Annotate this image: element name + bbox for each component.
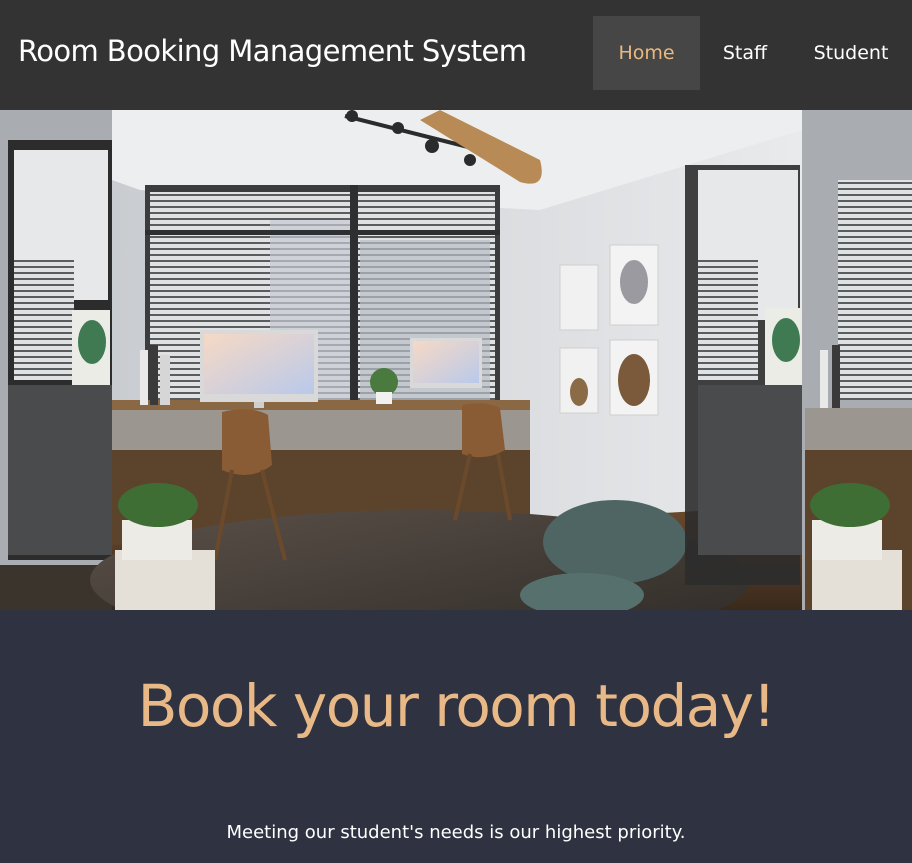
top-navbar: Room Booking Management System Home Staf…	[0, 0, 912, 110]
site-title[interactable]: Room Booking Management System	[18, 34, 527, 68]
room-interior-image	[0, 110, 912, 610]
nav-home[interactable]: Home	[593, 16, 700, 90]
hero-tagline: Meeting our student's needs is our highe…	[226, 822, 686, 843]
nav-student[interactable]: Student	[790, 16, 912, 90]
hero-banner	[0, 110, 912, 610]
nav-staff[interactable]: Staff	[700, 16, 790, 90]
hero-headline: Book your room today!	[137, 672, 776, 740]
